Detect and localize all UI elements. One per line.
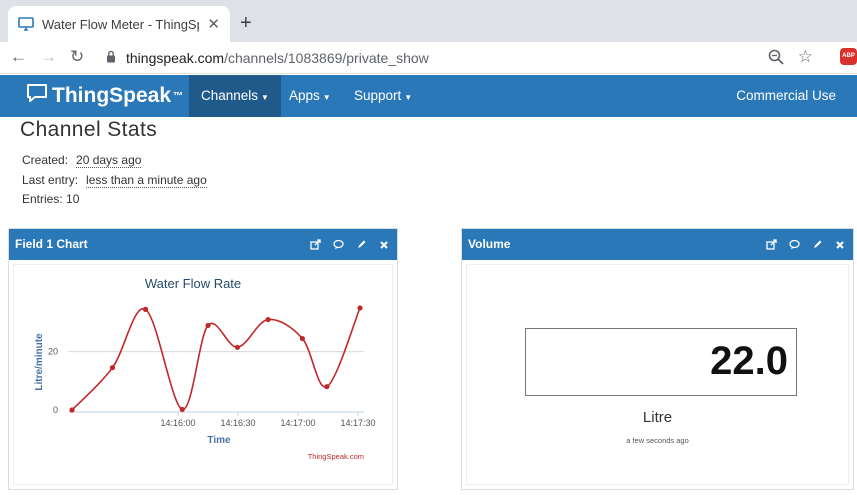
comment-icon[interactable] [789,239,800,250]
browser-tab[interactable]: Water Flow Meter - ThingSpeak I ✕ [8,6,230,42]
numeric-display-box: 22.0 [525,328,797,396]
y-tick-label: 20 [48,347,58,357]
x-tick-label: 14:17:00 [280,418,315,428]
y-axis-label: Litre/minute [34,333,45,391]
lock-icon [106,50,116,68]
brand-name: ThingSpeak [52,84,172,107]
bookmark-star-icon[interactable]: ☆ [798,47,813,67]
x-axis-label: Time [207,435,231,446]
channel-stats-heading: Channel Stats [20,118,158,141]
external-link-icon[interactable] [766,239,777,250]
volume-value: 22.0 [710,339,788,383]
panel-header: Field 1 Chart [9,229,397,260]
browser-toolbar: ← → ↻ thingspeak.com/channels/1083869/pr… [0,42,857,74]
stat-last-entry-value: less than a minute ago [86,173,207,188]
caret-down-icon: ▼ [404,93,413,102]
zoom-icon[interactable] [767,48,785,71]
pencil-icon[interactable] [356,239,367,250]
external-link-icon[interactable] [310,239,321,250]
data-point [109,365,116,371]
stat-entries: Entries: 10 [22,192,80,206]
data-point [142,306,149,312]
address-bar[interactable]: thingspeak.com/channels/1083869/private_… [100,45,835,71]
stat-created-value: 20 days ago [76,153,142,168]
x-tick-label: 14:17:30 [340,418,375,428]
nav-support[interactable]: Support ▼ [342,75,424,117]
site-navbar: ThingSpeak ™ Channels ▼ Apps ▼ Support ▼ Com… [0,75,857,117]
panel-title: Field 1 Chart [15,237,88,251]
url-text: thingspeak.com/channels/1083869/private_… [126,50,429,66]
new-tab-icon[interactable]: + [240,12,252,35]
browser-tab-strip: Water Flow Meter - ThingSpeak I ✕ + [0,0,857,42]
pencil-icon[interactable] [812,239,823,250]
series-line [71,307,361,411]
panel-header: Volume [462,229,853,260]
volume-panel: Volume 22.0 Litre a few seconds ago [461,228,854,490]
flow-rate-chart: Water Flow Rate Litre/minute Time ThingS… [34,276,376,461]
chart-title: Water Flow Rate [145,276,241,291]
nav-apps-label: Apps [289,88,320,103]
numeric-display-body: 22.0 Litre a few seconds ago [466,264,849,485]
close-tab-icon[interactable]: ✕ [207,15,220,33]
x-tick-label: 14:16:00 [160,418,195,428]
reload-icon[interactable]: ↻ [70,47,84,67]
caret-down-icon: ▼ [322,93,331,102]
data-point [357,305,363,311]
panel-title: Volume [468,237,511,251]
url-domain: thingspeak.com [126,50,225,66]
data-point [179,406,185,413]
data-point [324,384,330,390]
nav-support-label: Support [354,88,402,103]
stat-last-entry: Last entry: less than a minute ago [22,173,207,188]
adblock-extension-icon[interactable]: ABP [840,48,857,65]
panel-actions [766,229,845,260]
data-point [234,344,241,350]
nav-commercial-use[interactable]: Commercial Use [736,75,836,117]
monitor-icon [18,16,34,32]
back-icon[interactable]: ← [10,47,27,67]
nav-channels-label: Channels [201,88,259,103]
volume-timestamp: a few seconds ago [626,436,689,445]
tab-title: Water Flow Meter - ThingSpeak I [42,16,199,32]
forward-icon[interactable]: → [40,47,57,67]
stat-created-label: Created: [22,153,69,167]
thingspeak-logo[interactable]: ThingSpeak ™ [26,83,183,109]
brand-tm: ™ [173,90,184,102]
caret-down-icon: ▼ [261,93,269,102]
field-chart-panel: Field 1 Chart Water Flow Rate Litre/minu… [8,228,398,490]
comment-icon[interactable] [333,239,344,250]
data-point [299,335,305,342]
stat-created: Created: 20 days ago [22,153,142,168]
speech-bubble-icon [26,83,48,109]
data-point [69,407,75,413]
panel-actions [310,229,389,260]
nav-apps[interactable]: Apps ▼ [277,75,343,117]
close-icon[interactable] [835,240,845,250]
data-point [205,322,211,329]
chart-body: Water Flow Rate Litre/minute Time ThingS… [13,264,393,485]
chart-credit: ThingSpeak.com [308,452,364,461]
close-icon[interactable] [379,240,389,250]
y-tick-label: 0 [53,405,58,415]
stat-last-entry-label: Last entry: [22,173,79,187]
volume-unit: Litre [642,409,673,426]
data-point [265,316,271,323]
x-tick-label: 14:16:30 [220,418,255,428]
url-path: /channels/1083869/private_show [224,50,429,66]
nav-channels[interactable]: Channels ▼ [189,75,281,117]
